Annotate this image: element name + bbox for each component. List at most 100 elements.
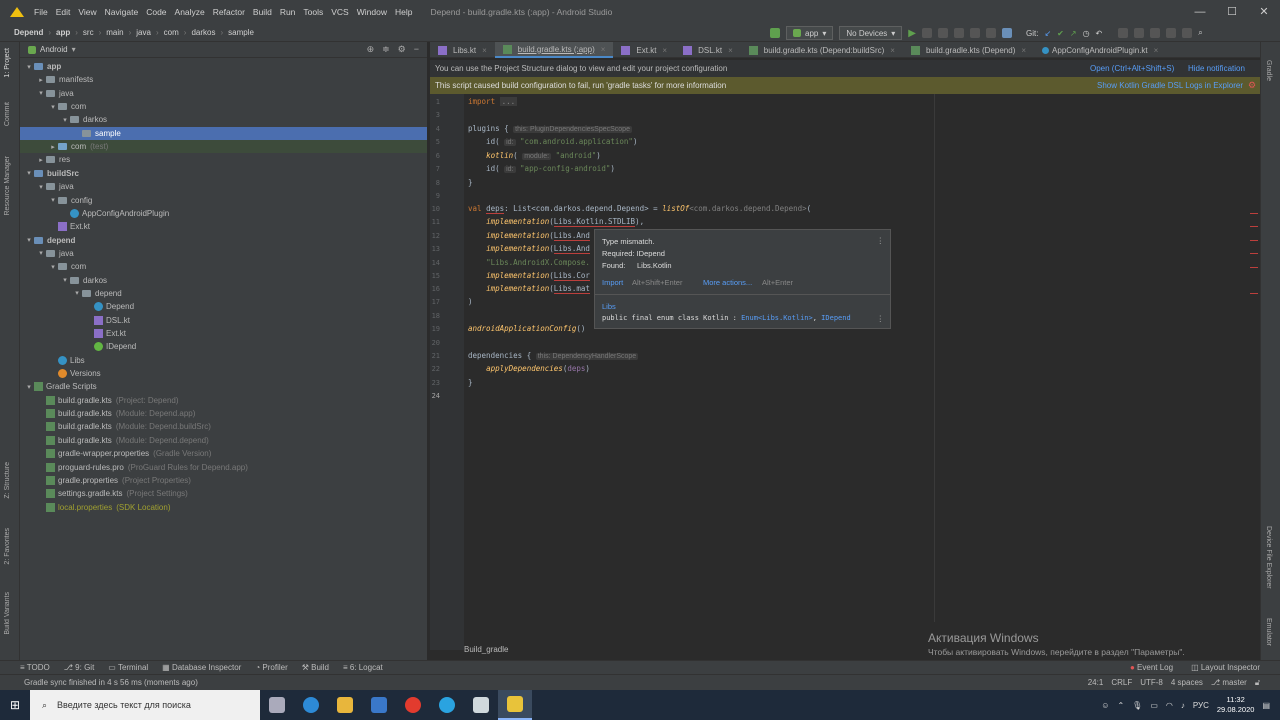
attach-debugger-icon[interactable] xyxy=(970,28,980,38)
tree-item[interactable]: settings.gradle.kts (Project Settings) xyxy=(20,487,427,500)
run-config-select[interactable]: app ▾ xyxy=(786,26,834,40)
tree-item[interactable]: gradle.properties (Project Properties) xyxy=(20,474,427,487)
microphone-icon[interactable]: 🎙︎ xyxy=(1132,701,1142,710)
volume-icon[interactable]: ♪ xyxy=(1181,701,1185,710)
chevron-down-icon[interactable]: ▾ xyxy=(36,183,46,191)
editor-tab[interactable]: build.gradle.kts (:app) × xyxy=(494,42,614,58)
menu-file[interactable]: File xyxy=(34,7,48,17)
network-icon[interactable]: ◠ xyxy=(1166,701,1173,710)
chevron-down-icon[interactable]: ▾ xyxy=(72,289,82,297)
close-button[interactable]: ✕ xyxy=(1248,0,1280,24)
tree-item[interactable]: ▸ res xyxy=(20,153,427,166)
breadcrumb-darkos[interactable]: darkos xyxy=(191,28,215,37)
tab-git[interactable]: ⎇ 9: Git xyxy=(64,663,95,672)
menu-navigate[interactable]: Navigate xyxy=(105,7,139,17)
popup-more-icon[interactable]: ⋮ xyxy=(877,314,885,323)
menu-build[interactable]: Build xyxy=(253,7,272,17)
chevron-up-icon[interactable]: ⌃ xyxy=(1117,701,1124,710)
chevron-down-icon[interactable]: ▾ xyxy=(60,116,70,124)
git-commit-icon[interactable]: ✔ xyxy=(1057,29,1064,38)
open-structure-link[interactable]: Open (Ctrl+Alt+Shift+S) xyxy=(1090,64,1174,73)
more-actions-action[interactable]: More actions... xyxy=(703,278,752,287)
notifications-icon[interactable]: ▤ xyxy=(1262,701,1270,710)
android-studio-taskbar-icon[interactable] xyxy=(498,690,532,720)
sdk-manager-icon[interactable] xyxy=(1150,28,1161,38)
tree-item[interactable]: ▾ app xyxy=(20,60,427,73)
menu-help[interactable]: Help xyxy=(395,7,412,17)
tool-emulator[interactable]: Emulator xyxy=(1265,618,1272,646)
store-icon[interactable] xyxy=(362,690,396,720)
tree-item[interactable]: Depend xyxy=(20,300,427,313)
menu-window[interactable]: Window xyxy=(357,7,387,17)
edge-icon[interactable] xyxy=(294,690,328,720)
close-tab-icon[interactable]: × xyxy=(1154,46,1159,55)
chevron-down-icon[interactable]: ▾ xyxy=(48,196,58,204)
file-encoding[interactable]: UTF-8 xyxy=(1140,678,1163,688)
chevron-down-icon[interactable]: ▾ xyxy=(36,89,46,97)
tree-item[interactable]: build.gradle.kts (Module: Depend.buildSrc… xyxy=(20,420,427,433)
tree-item[interactable]: IDepend xyxy=(20,340,427,353)
layout-inspector-icon[interactable] xyxy=(1166,28,1177,38)
chevron-down-icon[interactable]: ▾ xyxy=(48,263,58,271)
error-stripe-mark[interactable] xyxy=(1250,240,1258,241)
chevron-right-icon[interactable]: ▸ xyxy=(48,143,58,151)
avd-manager-icon[interactable] xyxy=(1134,28,1145,38)
tree-item[interactable]: Versions xyxy=(20,367,427,380)
locate-icon[interactable]: ⊕ xyxy=(367,44,375,55)
collapse-all-icon[interactable]: ≑ xyxy=(382,44,390,55)
tree-item[interactable]: ▾ depend xyxy=(20,287,427,300)
menu-refactor[interactable]: Refactor xyxy=(213,7,245,17)
chevron-down-icon[interactable]: ▾ xyxy=(48,103,58,111)
gear-icon[interactable]: ⚙ xyxy=(1248,80,1256,91)
tool-device-file-explorer[interactable]: Device File Explorer xyxy=(1265,526,1272,589)
chevron-down-icon[interactable]: ▾ xyxy=(24,236,34,244)
language-indicator[interactable]: РУС xyxy=(1193,701,1209,710)
stop-icon[interactable] xyxy=(986,28,996,38)
menu-edit[interactable]: Edit xyxy=(56,7,71,17)
tool-resource-manager[interactable]: Resource Manager xyxy=(4,156,11,216)
tool-commit[interactable]: Commit xyxy=(4,102,11,126)
error-stripe-mark[interactable] xyxy=(1250,213,1258,214)
tab-todo[interactable]: ≡ TODO xyxy=(20,663,50,672)
error-stripe-mark[interactable] xyxy=(1250,253,1258,254)
app-icon[interactable] xyxy=(464,690,498,720)
breadcrumb-module[interactable]: app xyxy=(56,28,70,37)
menu-vcs[interactable]: VCS xyxy=(331,7,348,17)
tree-item[interactable]: sample xyxy=(20,126,427,140)
tree-item[interactable]: build.gradle.kts (Module: Depend.app) xyxy=(20,407,427,420)
chevron-down-icon[interactable]: ▾ xyxy=(72,45,76,54)
rollback-icon[interactable]: ↶ xyxy=(1096,29,1103,38)
profile-icon[interactable] xyxy=(954,28,964,38)
battery-icon[interactable]: ▭ xyxy=(1150,701,1158,710)
taskbar-search[interactable]: ⌕ Введите здесь текст для поиска xyxy=(30,690,260,720)
tab-layout-inspector[interactable]: ◫ Layout Inspector xyxy=(1191,663,1260,672)
tree-item[interactable]: ▾ Gradle Scripts xyxy=(20,380,427,393)
tree-item[interactable]: Ext.kt xyxy=(20,220,427,233)
sync-gradle-icon[interactable] xyxy=(1002,28,1012,38)
apply-changes-icon[interactable] xyxy=(922,28,932,38)
person-icon[interactable]: ☺ xyxy=(1101,701,1109,710)
close-tab-icon[interactable]: × xyxy=(482,46,487,55)
editor-breadcrumb[interactable]: Build_gradle xyxy=(464,645,508,654)
close-tab-icon[interactable]: × xyxy=(890,46,895,55)
menu-view[interactable]: View xyxy=(78,7,96,17)
tab-event-log[interactable]: ● Event Log xyxy=(1130,663,1173,672)
menu-code[interactable]: Code xyxy=(146,7,166,17)
declaration-interface-link[interactable]: IDepend xyxy=(821,314,851,322)
project-view-select[interactable]: Android xyxy=(40,45,68,54)
caret-position[interactable]: 24:1 xyxy=(1088,678,1104,688)
chevron-right-icon[interactable]: ▸ xyxy=(36,76,46,84)
error-stripe-mark[interactable] xyxy=(1250,267,1258,268)
tool-build-variants[interactable]: Build Variants xyxy=(4,592,11,635)
tree-item[interactable]: ▾ java xyxy=(20,247,427,260)
tree-item[interactable]: ▾ config xyxy=(20,194,427,207)
line-separator[interactable]: CRLF xyxy=(1111,678,1132,688)
minimize-button[interactable]: — xyxy=(1184,0,1216,24)
editor-tab[interactable]: Ext.kt × xyxy=(613,42,675,58)
breadcrumb-src[interactable]: src xyxy=(83,28,94,37)
run-icon[interactable]: ▶ xyxy=(908,28,916,39)
tree-item[interactable]: ▾ com xyxy=(20,100,427,113)
editor-tab[interactable]: build.gradle.kts (Depend) × xyxy=(903,42,1034,58)
git-push-icon[interactable]: ↗ xyxy=(1070,29,1077,38)
lock-icon[interactable]: 🔓︎ xyxy=(1255,678,1260,688)
